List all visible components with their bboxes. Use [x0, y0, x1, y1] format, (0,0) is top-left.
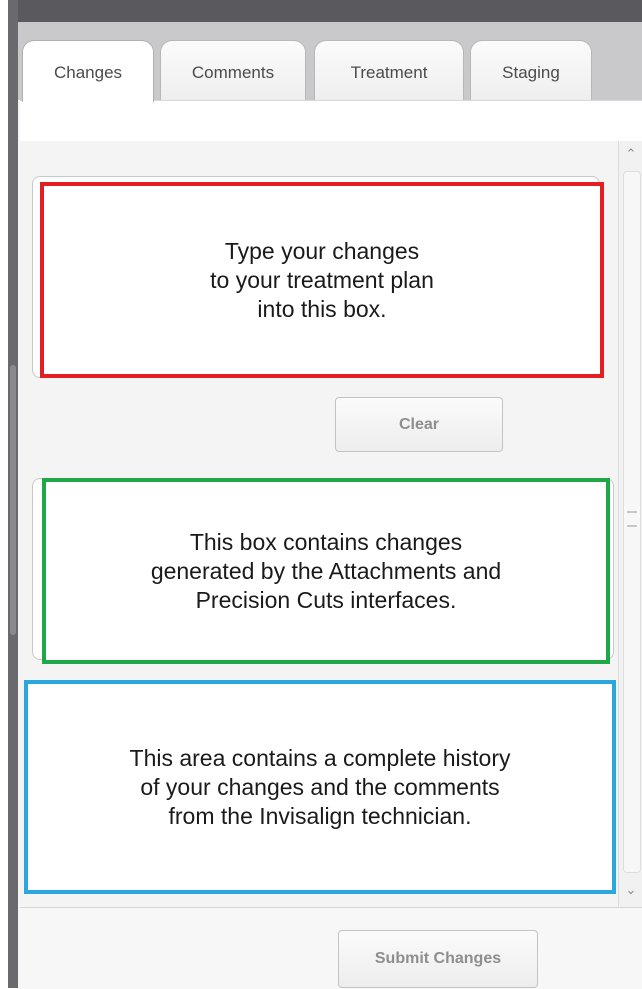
chevron-down-icon[interactable]: ⌄: [623, 883, 639, 899]
clear-button[interactable]: Clear: [335, 397, 503, 452]
tab-staging[interactable]: Staging: [470, 40, 592, 102]
left-scroll-border: [8, 0, 18, 988]
generated-changes-highlight: This box contains changes generated by t…: [42, 478, 610, 664]
tab-treatment[interactable]: Treatment: [314, 40, 464, 102]
chevron-up-icon[interactable]: ⌃: [623, 147, 639, 163]
left-scroll-thumb[interactable]: [10, 365, 16, 635]
changes-textarea-highlight[interactable]: Type your changes to your treatment plan…: [40, 182, 604, 378]
window-top-bar: [8, 0, 642, 22]
content-header: [20, 100, 642, 142]
tab-changes[interactable]: Changes: [22, 40, 154, 102]
tab-comments[interactable]: Comments: [160, 40, 306, 102]
footer-bar: [20, 907, 642, 989]
vertical-scrollbar[interactable]: ⌃ ⌄: [618, 141, 642, 907]
scrollbar-grip-icon: [627, 511, 637, 527]
submit-changes-button[interactable]: Submit Changes: [338, 930, 538, 988]
history-area-highlight: This area contains a complete history of…: [24, 680, 616, 894]
